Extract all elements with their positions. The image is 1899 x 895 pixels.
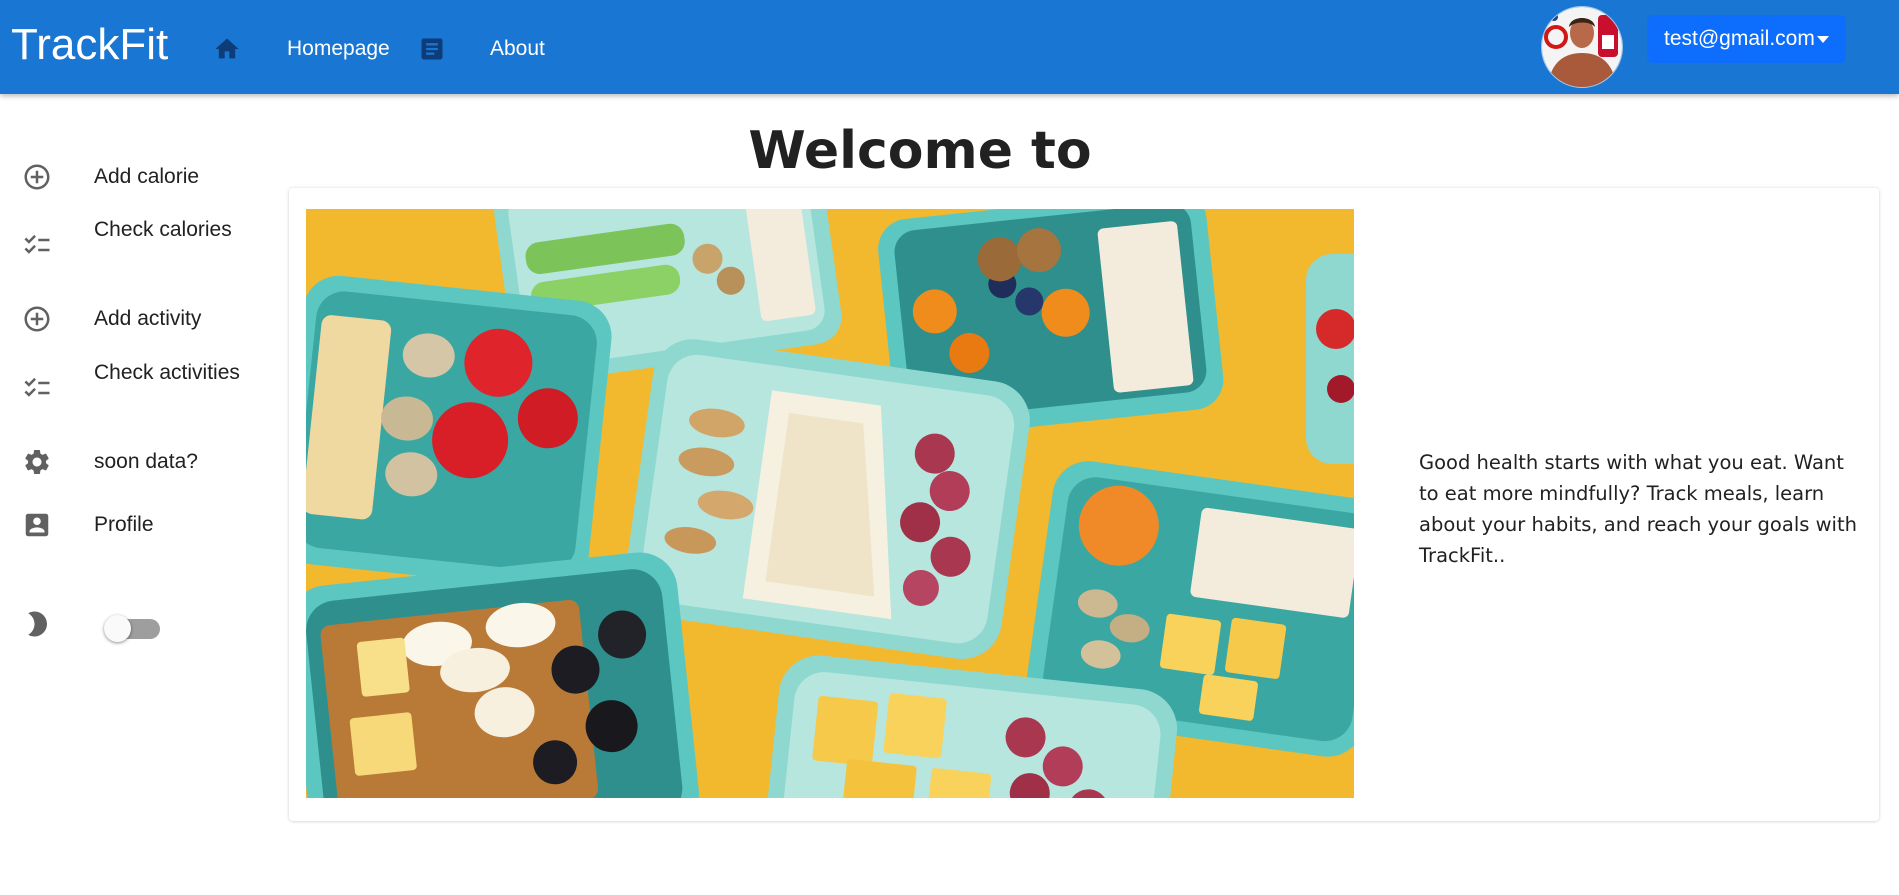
sidebar-item-label: Profile (94, 513, 154, 536)
brand-logo[interactable]: TrackFit (11, 20, 168, 70)
add-circle-icon (22, 162, 52, 192)
sidebar-item-profile[interactable]: Profile (0, 500, 260, 550)
sidebar-item-soon-data[interactable]: soon data? (0, 437, 260, 487)
moon-icon (22, 609, 52, 639)
nav-link-homepage[interactable]: Homepage (287, 36, 390, 62)
nav-link-about[interactable]: About (490, 36, 545, 62)
home-icon[interactable] (213, 35, 241, 63)
sidebar: Add calorie Check calories Add activity … (0, 94, 270, 895)
sidebar-item-check-calories[interactable]: Check calories (0, 214, 260, 280)
sidebar-item-add-activity[interactable]: Add activity (0, 294, 260, 344)
sidebar-item-check-activities[interactable]: Check activities (0, 357, 260, 423)
user-menu-button[interactable]: test@gmail.com (1647, 15, 1846, 63)
toggle-thumb (104, 615, 131, 642)
dark-mode-toggle[interactable] (104, 612, 160, 642)
checklist-icon (22, 230, 52, 260)
gear-icon (22, 447, 52, 477)
top-app-bar: TrackFit Homepage About test@gmail.com (0, 0, 1899, 94)
sidebar-item-label: Add calorie (94, 165, 200, 188)
sidebar-item-label: Check calories (94, 218, 232, 241)
account-box-icon (22, 510, 52, 540)
add-circle-icon (22, 304, 52, 334)
welcome-blurb: Good health starts with what you eat. Wa… (1419, 451, 1857, 567)
welcome-card: Good health starts with what you eat. Wa… (289, 188, 1879, 821)
hero-image (306, 209, 1354, 798)
sidebar-item-label: soon data? (94, 450, 198, 473)
checklist-icon (22, 373, 52, 403)
avatar[interactable] (1541, 6, 1623, 88)
sidebar-item-add-calorie[interactable]: Add calorie (0, 152, 260, 202)
sidebar-item-label: Check activities (94, 361, 240, 384)
sidebar-item-label: Add activity (94, 307, 202, 330)
user-email: test@gmail.com (1664, 27, 1815, 50)
caret-down-icon (1817, 36, 1829, 43)
article-icon[interactable] (418, 35, 446, 63)
